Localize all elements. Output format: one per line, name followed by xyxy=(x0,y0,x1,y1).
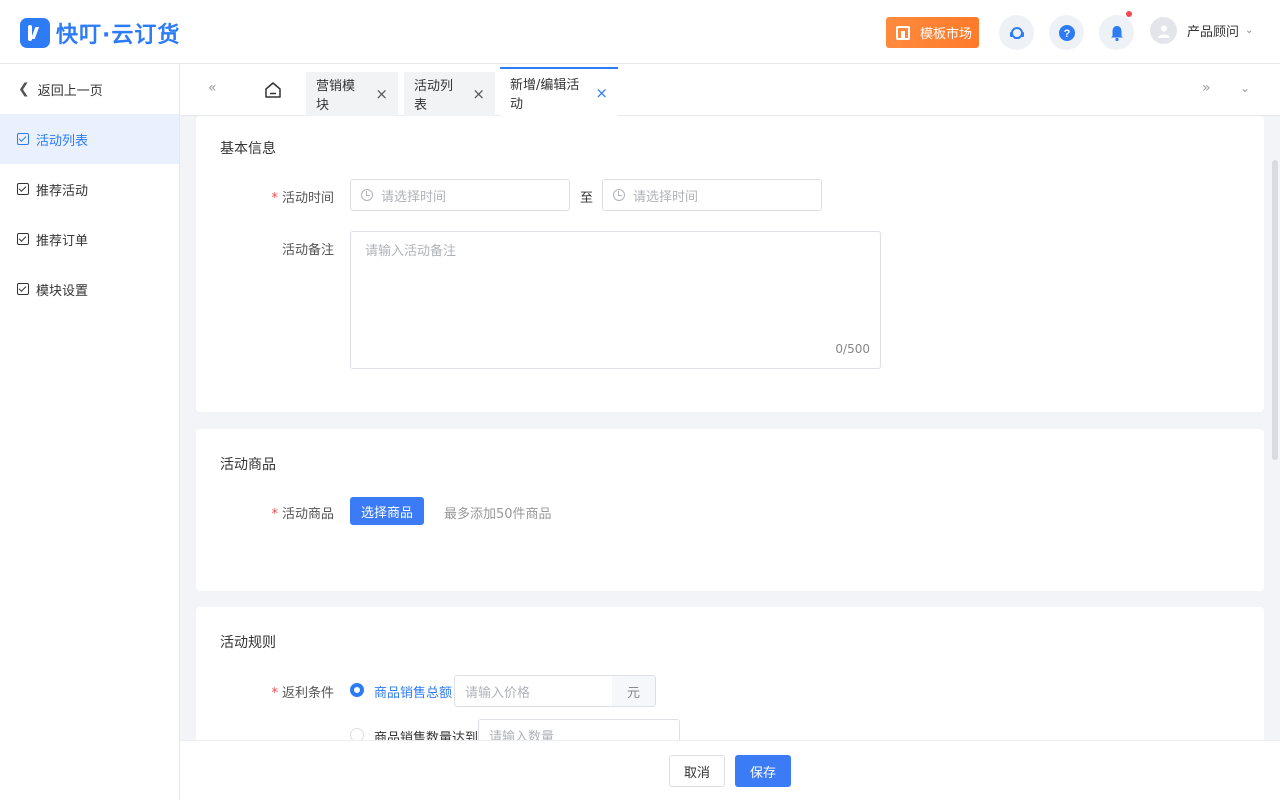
sidebar-item-label: 推荐订单 xyxy=(36,233,89,249)
help-button[interactable]: ? xyxy=(1049,15,1084,50)
basic-info-card: 基本信息 * 活动时间 请选择时间 至 请选择时间 活动备注 请输入活动备注 0/… xyxy=(196,116,1264,412)
menu-icon xyxy=(17,233,29,245)
sidebar-item-label: 推荐活动 xyxy=(36,183,89,199)
user-menu[interactable]: 产品顾问 ⌄ xyxy=(1150,17,1253,44)
sidebar-item-label: 活动列表 xyxy=(36,133,89,149)
end-time-placeholder: 请选择时间 xyxy=(633,189,699,205)
section-title: 活动商品 xyxy=(220,457,276,473)
activity-goods-label-text: 活动商品 xyxy=(281,507,334,522)
sidebar-item-activity-list[interactable]: 活动列表 xyxy=(0,114,179,164)
menu-icon xyxy=(17,183,29,195)
tab-bar: « 营销模块 × 活动列表 × 新增/编辑活动 × » ⌄ xyxy=(180,64,1280,116)
template-icon xyxy=(896,25,910,40)
remark-textarea[interactable]: 请输入活动备注 0/500 xyxy=(350,231,881,369)
required-mark: * xyxy=(271,507,278,522)
chevron-down-icon: ⌄ xyxy=(1245,25,1254,36)
sidebar: ❮ 返回上一页 活动列表 推荐活动 推荐订单 模块设置 xyxy=(0,64,180,800)
back-link[interactable]: ❮ 返回上一页 xyxy=(0,64,179,114)
sidebar-item-label: 模块设置 xyxy=(36,283,89,299)
form-footer: 取消 保存 xyxy=(180,740,1280,800)
close-icon[interactable]: × xyxy=(595,84,608,102)
user-icon xyxy=(1157,25,1170,38)
tab-add-edit-activity[interactable]: 新增/编辑活动 × xyxy=(500,67,618,116)
section-title: 基本信息 xyxy=(220,141,276,157)
tab-activity-list[interactable]: 活动列表 × xyxy=(404,72,495,116)
user-name: 产品顾问 xyxy=(1187,25,1240,40)
unit-suffix: 元 xyxy=(612,675,656,707)
home-icon[interactable] xyxy=(264,81,282,99)
help-icon: ? xyxy=(1058,24,1075,41)
scrollbar[interactable] xyxy=(1272,160,1278,460)
tabs-scroll-right-icon[interactable]: » xyxy=(1202,80,1211,96)
section-title: 活动规则 xyxy=(220,635,276,651)
menu-icon xyxy=(17,283,29,295)
save-button[interactable]: 保存 xyxy=(735,755,791,787)
end-time-picker[interactable]: 请选择时间 xyxy=(602,179,822,211)
price-input[interactable]: 请输入价格 xyxy=(454,675,614,707)
tab-label: 新增/编辑活动 xyxy=(510,77,580,112)
activity-rules-card: 活动规则 * 返利条件 商品销售总额 请输入价格 元 商品销售数量达到 请输入数量 xyxy=(196,607,1264,740)
tab-marketing-module[interactable]: 营销模块 × xyxy=(306,72,398,116)
activity-time-label-text: 活动时间 xyxy=(281,191,334,206)
required-mark: * xyxy=(271,686,278,701)
tab-label: 营销模块 xyxy=(316,79,356,113)
chevron-down-icon[interactable]: ⌄ xyxy=(1240,81,1250,95)
sidebar-item-module-settings[interactable]: 模块设置 xyxy=(0,264,179,314)
activity-goods-label: * 活动商品 xyxy=(214,503,334,522)
activity-goods-card: 活动商品 * 活动商品 选择商品 最多添加50件商品 xyxy=(196,429,1264,591)
notification-dot xyxy=(1126,11,1132,17)
range-separator: 至 xyxy=(580,191,594,206)
chevron-left-icon: ❮ xyxy=(18,81,30,97)
main-content: 基本信息 * 活动时间 请选择时间 至 请选择时间 活动备注 请输入活动备注 0/… xyxy=(180,116,1280,740)
template-market-button[interactable]: 模板市场 xyxy=(886,17,979,48)
menu-icon xyxy=(17,133,29,145)
sales-quantity-option[interactable]: 商品销售数量达到 xyxy=(374,727,478,740)
start-time-placeholder: 请选择时间 xyxy=(381,189,447,205)
clock-icon xyxy=(613,189,625,201)
tab-label: 活动列表 xyxy=(414,79,454,113)
quantity-placeholder: 请输入数量 xyxy=(489,729,555,741)
clock-icon xyxy=(361,189,373,201)
close-icon[interactable]: × xyxy=(472,85,485,103)
tabs-scroll-left-icon[interactable]: « xyxy=(208,80,217,96)
top-header: 快叮·云订货 模板市场 ? 产品顾问 ⌄ xyxy=(0,0,1280,64)
sales-total-option[interactable]: 商品销售总额 xyxy=(374,682,452,701)
activity-time-label: * 活动时间 xyxy=(214,187,334,206)
close-icon[interactable]: × xyxy=(375,85,388,103)
headset-icon xyxy=(1009,26,1024,39)
cancel-button[interactable]: 取消 xyxy=(669,755,725,787)
goods-limit-hint: 最多添加50件商品 xyxy=(444,507,552,522)
remark-label: 活动备注 xyxy=(281,243,334,258)
start-time-picker[interactable]: 请选择时间 xyxy=(350,179,570,211)
sidebar-item-recommended-orders[interactable]: 推荐订单 xyxy=(0,214,179,264)
back-label: 返回上一页 xyxy=(37,83,103,99)
rebate-condition-label: * 返利条件 xyxy=(214,682,334,701)
notification-button[interactable] xyxy=(1099,11,1134,50)
rebate-condition-label-text: 返利条件 xyxy=(281,686,334,701)
avatar xyxy=(1150,17,1177,44)
quantity-input[interactable]: 请输入数量 xyxy=(478,719,680,740)
required-mark: * xyxy=(271,191,278,206)
select-goods-button[interactable]: 选择商品 xyxy=(350,497,424,525)
app-logo[interactable]: 快叮·云订货 xyxy=(20,17,180,49)
app-title: 快叮·云订货 xyxy=(56,23,181,48)
template-market-label: 模板市场 xyxy=(920,27,973,42)
svg-text:?: ? xyxy=(1063,28,1070,40)
price-placeholder: 请输入价格 xyxy=(465,685,531,701)
remark-placeholder: 请输入活动备注 xyxy=(365,244,457,259)
radio-sales-total[interactable] xyxy=(350,683,364,697)
customer-service-button[interactable] xyxy=(999,15,1034,50)
char-counter: 0/500 xyxy=(835,342,870,356)
sidebar-item-recommended-activity[interactable]: 推荐活动 xyxy=(0,164,179,214)
logo-icon xyxy=(20,18,50,48)
radio-sales-quantity[interactable] xyxy=(350,728,364,740)
bell-icon xyxy=(1110,25,1123,41)
